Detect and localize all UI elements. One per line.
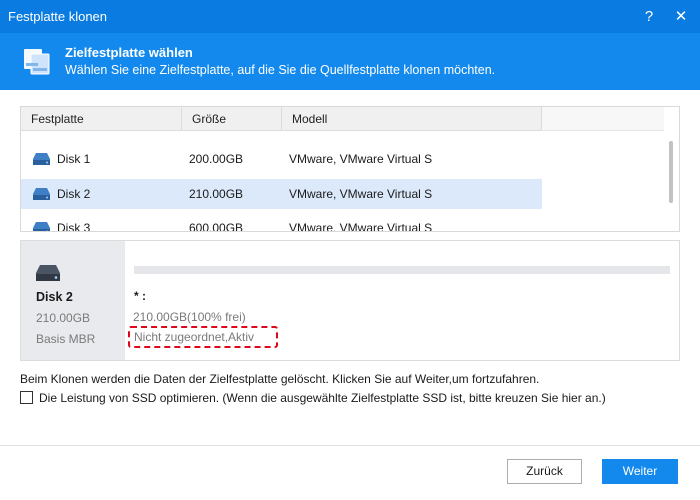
hard-disk-icon (36, 265, 60, 281)
detail-disk-name: Disk 2 (36, 290, 73, 304)
disk-model: VMware, VMware Virtual S (289, 187, 433, 201)
disk-clone-icon (24, 49, 50, 75)
disk-model: VMware, VMware Virtual S (289, 221, 433, 232)
disk-name: Disk 1 (57, 152, 91, 166)
disk-name: Disk 2 (57, 187, 91, 201)
next-button[interactable]: Weiter (602, 459, 678, 484)
header-banner: Zielfestplatte wählen Wählen Sie eine Zi… (0, 33, 700, 90)
detail-disk-type: Basis MBR (36, 332, 96, 346)
table-header: Festplatte Größe Modell (21, 107, 542, 131)
disk-table: Festplatte Größe Modell Disk 1 200.00GB … (20, 106, 680, 232)
window-title: Festplatte klonen (8, 9, 108, 24)
partition-bar[interactable] (134, 266, 670, 274)
partition-label: * : (134, 289, 146, 303)
back-button[interactable]: Zurück (507, 459, 582, 484)
table-row[interactable]: Disk 1 200.00GB VMware, VMware Virtual S (21, 144, 542, 174)
disk-name: Disk 3 (57, 221, 91, 232)
clone-warning-text: Beim Klonen werden die Daten der Zielfes… (20, 372, 540, 386)
disk-size: 200.00GB (189, 152, 244, 166)
disk-size: 600.00GB (189, 221, 244, 232)
disk-size: 210.00GB (189, 187, 244, 201)
scrollbar-thumb[interactable] (669, 141, 673, 203)
ssd-optimize-checkbox[interactable] (20, 391, 33, 404)
disk-model: VMware, VMware Virtual S (289, 152, 433, 166)
table-scrollbar[interactable] (665, 107, 679, 231)
hard-disk-icon (33, 153, 50, 165)
table-row[interactable]: Disk 3 600.00GB VMware, VMware Virtual S (21, 213, 542, 232)
close-button[interactable]: ✕ (668, 4, 694, 30)
header-subtitle: Wählen Sie eine Zielfestplatte, auf die … (65, 63, 496, 77)
detail-disk-size: 210.00GB (36, 311, 91, 325)
partition-status-highlight: Nicht zugeordnet,Aktiv (128, 326, 278, 348)
hard-disk-icon (33, 188, 50, 200)
disk-detail-panel: Disk 2 210.00GB Basis MBR * : 210.00GB(1… (20, 240, 680, 361)
disk-summary: Disk 2 210.00GB Basis MBR (21, 241, 125, 360)
column-header-disk[interactable]: Festplatte (21, 107, 182, 131)
ssd-optimize-label[interactable]: Die Leistung von SSD optimieren. (Wenn d… (39, 391, 606, 405)
header-title: Zielfestplatte wählen (65, 45, 193, 60)
column-header-model[interactable]: Modell (282, 107, 542, 131)
help-button[interactable]: ? (636, 4, 662, 30)
hard-disk-icon (33, 222, 50, 231)
column-header-size[interactable]: Größe (182, 107, 282, 131)
footer-divider (0, 445, 700, 446)
title-bar: Festplatte klonen ? ✕ (0, 0, 700, 33)
partition-free-space: 210.00GB(100% frei) (133, 310, 246, 324)
table-header-filler (542, 107, 664, 131)
table-row-selected[interactable]: Disk 2 210.00GB VMware, VMware Virtual S (21, 179, 542, 209)
